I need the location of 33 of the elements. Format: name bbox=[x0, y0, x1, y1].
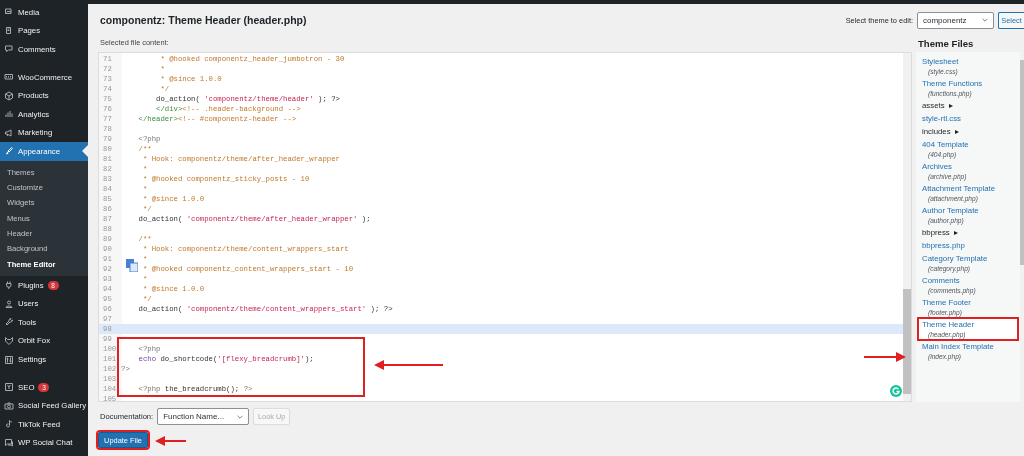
expand-arrow-icon bbox=[948, 103, 953, 108]
sliders-icon bbox=[4, 354, 14, 365]
music-note-icon bbox=[4, 419, 14, 430]
circle-logo-icon[interactable] bbox=[890, 385, 902, 397]
pages-icon bbox=[4, 25, 14, 36]
speech-bubble-icon bbox=[4, 44, 14, 55]
function-name-dropdown[interactable]: Function Name... bbox=[157, 408, 250, 425]
chat-icon bbox=[4, 437, 14, 448]
theme-files-heading: Theme Files bbox=[917, 37, 975, 51]
chevron-down-icon bbox=[982, 18, 988, 22]
bar-chart-icon bbox=[4, 109, 14, 120]
fox-icon bbox=[4, 335, 14, 346]
plug-icon bbox=[4, 280, 14, 291]
camera-icon bbox=[4, 400, 14, 411]
annotation-arrow bbox=[155, 436, 186, 446]
paintbrush-icon bbox=[4, 146, 14, 157]
annotation-arrow bbox=[374, 360, 444, 370]
user-icon bbox=[4, 298, 14, 309]
current-pointer-icon bbox=[82, 145, 88, 158]
store-icon bbox=[4, 72, 14, 83]
translate-icon[interactable] bbox=[126, 259, 138, 272]
megaphone-icon bbox=[4, 127, 14, 138]
wrench-icon bbox=[4, 317, 14, 328]
page-title: componentz: Theme Header (header.php) bbox=[100, 14, 307, 26]
theme-dropdown[interactable]: componentz bbox=[917, 11, 994, 29]
seo-icon bbox=[4, 382, 14, 393]
scrollbar[interactable] bbox=[903, 53, 911, 401]
code-editor[interactable] bbox=[98, 52, 912, 402]
annotation-arrow bbox=[864, 352, 906, 362]
expand-arrow-icon bbox=[954, 129, 959, 134]
cube-icon bbox=[4, 90, 14, 101]
expand-arrow-icon bbox=[953, 230, 958, 235]
chevron-down-icon bbox=[237, 414, 244, 419]
